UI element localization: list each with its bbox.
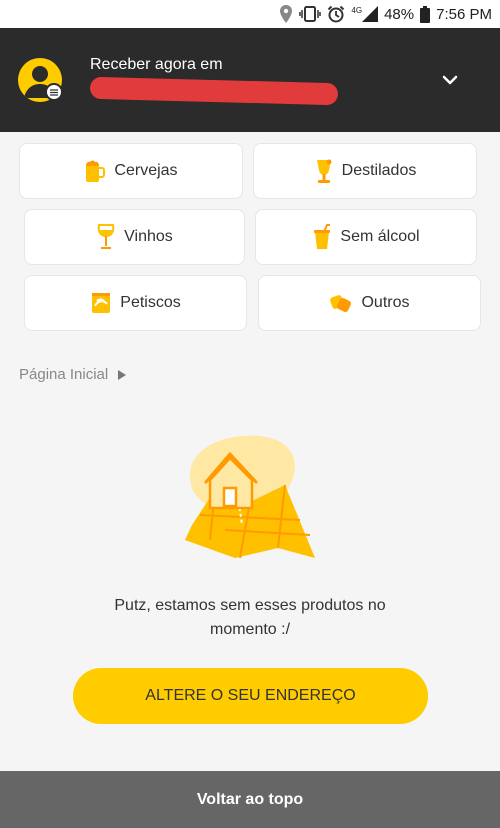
spirits-glass-icon [316,159,332,183]
location-icon [280,5,293,23]
network-type-label: 4G [351,6,363,15]
category-label: Cervejas [114,162,178,179]
category-petiscos[interactable]: Petiscos [24,275,247,331]
category-label: Destilados [341,162,417,179]
change-address-button[interactable]: ALTERE O SEU ENDEREÇO [73,668,428,724]
category-label: Petiscos [120,294,181,311]
signal-icon [362,6,379,22]
snack-bag-icon [92,293,111,313]
delivery-address-header[interactable]: Receber agora em Rua Ant... Fr... Osasco… [0,28,500,132]
vibrate-icon [299,6,322,22]
breadcrumb[interactable]: Página Inicial [19,366,127,383]
category-label: Vinhos [124,228,173,245]
battery-icon [420,5,431,23]
breadcrumb-home[interactable]: Página Inicial [19,366,108,383]
alarm-icon [328,5,345,23]
clock: 7:56 PM [436,5,492,23]
delivery-title: Receber agora em [90,56,223,73]
menu-badge-icon [45,83,63,101]
category-sem-alcool[interactable]: Sem álcool [255,209,477,265]
wine-glass-icon [97,224,115,249]
back-to-top-button[interactable]: Voltar ao topo [0,771,500,828]
chevron-down-icon[interactable] [438,68,462,92]
category-cervejas[interactable]: Cervejas [19,143,243,199]
category-label: Sem álcool [340,228,420,245]
other-items-icon [330,295,352,312]
empty-state-message: Putz, estamos sem esses produtos no mome… [114,597,386,638]
category-label: Outros [361,294,410,311]
category-destilados[interactable]: Destilados [253,143,477,199]
battery-percent: 48% [384,5,415,23]
category-vinhos[interactable]: Vinhos [24,209,245,265]
category-outros[interactable]: Outros [258,275,481,331]
triangle-right-icon [118,369,127,380]
soft-drink-icon [314,224,331,249]
beer-mug-icon [86,160,106,182]
map-house-illustration [185,435,315,559]
status-bar: 4G 48% 7:56 PM [0,0,500,28]
